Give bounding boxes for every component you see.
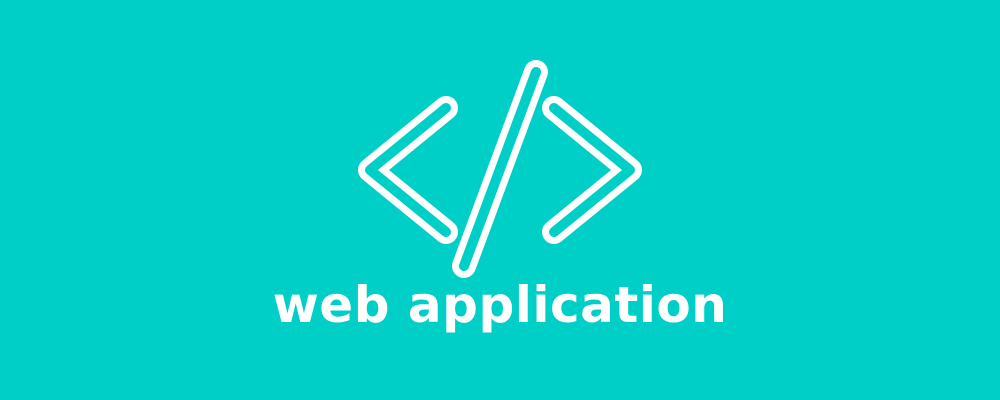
code-brackets-icon <box>358 60 642 278</box>
web-application-banner: web application <box>0 0 1000 400</box>
banner-title: web application <box>272 276 728 334</box>
left-angle-bracket-icon <box>358 96 458 244</box>
slash-icon <box>452 60 548 278</box>
right-angle-bracket-icon <box>542 96 642 244</box>
